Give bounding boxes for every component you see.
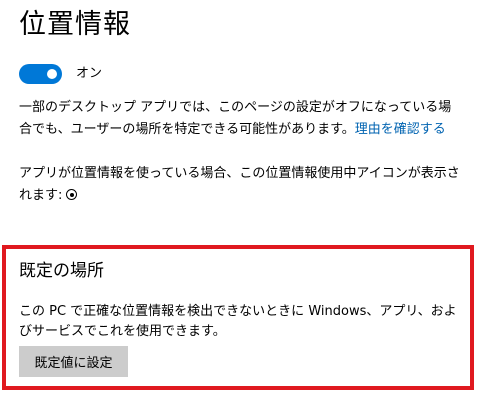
set-default-button[interactable]: 既定値に設定 — [19, 346, 128, 377]
toggle-state-label: オン — [76, 66, 103, 81]
location-in-use-icon — [66, 189, 78, 200]
default-location-heading: 既定の場所 — [19, 261, 104, 281]
learn-why-link[interactable]: 理由を確認する — [355, 122, 446, 137]
location-in-use-notice-text: アプリが位置情報を使っている場合、この位置情報使用中アイコンが表示されます: — [19, 166, 460, 203]
toggle-knob — [47, 69, 57, 79]
default-location-description: この PC で正確な位置情報を検出できないときに Windows、アプリ、および… — [19, 304, 457, 339]
location-toggle[interactable] — [19, 64, 62, 84]
location-in-use-notice: アプリが位置情報を使っている場合、この位置情報使用中アイコンが表示されます: — [19, 163, 464, 207]
page-title: 位置情報 — [19, 9, 131, 40]
desktop-apps-notice: 一部のデスクトップ アプリでは、このページの設定がオフになっている場合でも、ユー… — [19, 97, 464, 141]
location-toggle-row: オン — [19, 63, 102, 85]
